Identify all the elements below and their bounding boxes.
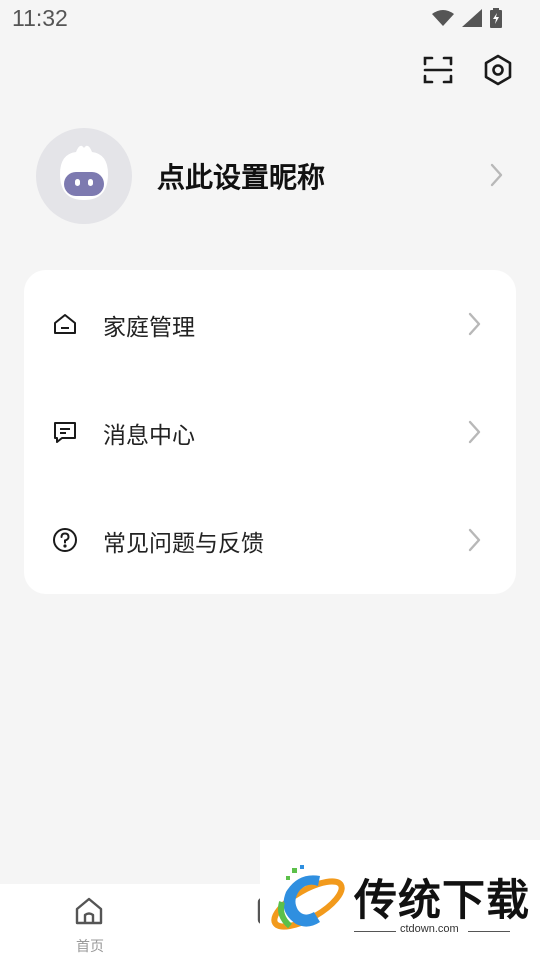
menu-item-label: 家庭管理: [103, 315, 195, 341]
chevron-right-icon: [490, 163, 503, 187]
battery-icon: [490, 8, 502, 28]
menu-item-family[interactable]: 家庭管理: [24, 270, 516, 378]
watermark-divider: [354, 931, 396, 932]
menu-item-faq[interactable]: 常见问题与反馈: [24, 486, 516, 594]
wifi-icon: [432, 10, 454, 26]
cell-signal-icon: [462, 9, 482, 27]
watermark-logo: [271, 865, 345, 930]
watermark: 传统下载 ctdown.com: [260, 840, 540, 960]
home-tab-icon: [75, 897, 103, 925]
home-icon: [52, 311, 78, 337]
scan-icon: [423, 56, 453, 84]
tab-label: 首页: [76, 939, 104, 955]
avatar[interactable]: [36, 128, 132, 224]
help-icon: [52, 527, 78, 553]
watermark-title: 传统下载: [354, 876, 530, 926]
menu-card: 家庭管理 消息中心 常见问题与反馈: [24, 270, 516, 594]
scan-button[interactable]: [418, 50, 458, 90]
profile-section[interactable]: 点此设置昵称: [36, 128, 516, 226]
robot-avatar-icon: [60, 145, 108, 200]
tab-home[interactable]: 首页: [30, 884, 150, 960]
watermark-divider: [468, 931, 510, 932]
message-icon: [52, 419, 78, 445]
status-icons: [432, 8, 502, 28]
menu-item-messages[interactable]: 消息中心: [24, 378, 516, 486]
chevron-right-icon: [468, 420, 481, 444]
chevron-right-icon: [468, 312, 481, 336]
watermark-url: ctdown.com: [400, 923, 459, 935]
status-time: 11:32: [12, 5, 68, 31]
status-bar: 11:32: [0, 0, 540, 38]
nickname-label[interactable]: 点此设置昵称: [157, 156, 325, 196]
settings-button[interactable]: [478, 50, 518, 90]
menu-item-label: 消息中心: [103, 423, 195, 449]
settings-icon: [484, 54, 512, 86]
chevron-right-icon: [468, 528, 481, 552]
menu-item-label: 常见问题与反馈: [103, 531, 264, 557]
